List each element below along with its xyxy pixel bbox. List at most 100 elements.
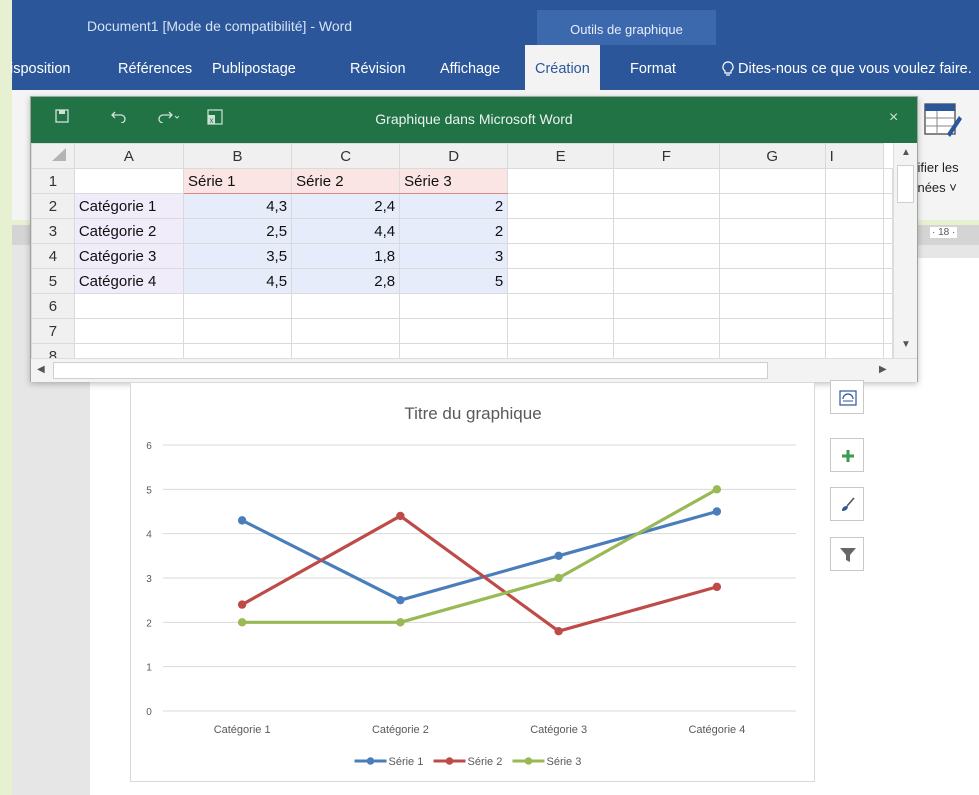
vertical-scroll-thumb[interactable] xyxy=(897,165,914,203)
cell[interactable] xyxy=(718,193,826,219)
row-header[interactable]: 2 xyxy=(31,193,75,219)
tab-format[interactable]: Format xyxy=(620,45,686,90)
line-chart[interactable]: Titre du graphique 0 1 2 3 4 5 6 Catégorie 1 Caté… xyxy=(130,382,815,782)
cell[interactable] xyxy=(824,243,885,269)
cell[interactable] xyxy=(507,343,615,358)
row-header[interactable]: 1 xyxy=(31,168,75,194)
cell[interactable] xyxy=(613,268,720,294)
cell[interactable]: 4,3 xyxy=(182,193,293,219)
cell[interactable]: Catégorie 2 xyxy=(73,218,185,244)
cell[interactable] xyxy=(883,293,893,319)
column-header-b[interactable]: B xyxy=(182,143,293,169)
cell[interactable] xyxy=(613,243,720,269)
cell[interactable] xyxy=(824,318,885,344)
scroll-left-icon[interactable]: ◀ xyxy=(37,364,45,375)
cell[interactable] xyxy=(824,218,885,244)
cell[interactable] xyxy=(824,343,885,358)
cell[interactable] xyxy=(507,243,615,269)
cell[interactable] xyxy=(507,193,615,219)
cell[interactable] xyxy=(883,218,893,244)
cell[interactable] xyxy=(73,293,185,319)
horizontal-scrollbar[interactable]: ◀ ▶ xyxy=(31,358,917,382)
cell[interactable] xyxy=(883,268,893,294)
tab-view[interactable]: Affichage xyxy=(430,45,510,90)
cell[interactable] xyxy=(718,293,826,319)
column-header-c[interactable]: C xyxy=(291,143,401,169)
row-header[interactable]: 3 xyxy=(31,218,75,244)
tab-references[interactable]: Références xyxy=(108,45,202,90)
cell[interactable]: 2 xyxy=(399,193,509,219)
tab-review[interactable]: Révision xyxy=(340,45,416,90)
row-header[interactable]: 7 xyxy=(31,318,75,344)
select-all-corner[interactable] xyxy=(31,143,75,169)
close-icon[interactable]: × xyxy=(889,109,898,127)
cell[interactable] xyxy=(883,318,893,344)
chart-filter-button[interactable] xyxy=(830,537,864,571)
row-header[interactable]: 8 xyxy=(31,343,75,358)
cell[interactable]: 2,5 xyxy=(182,218,293,244)
cell[interactable] xyxy=(182,318,293,344)
cell[interactable]: 2 xyxy=(399,218,509,244)
cell[interactable] xyxy=(291,343,401,358)
cell[interactable]: 4,5 xyxy=(182,268,293,294)
cell[interactable]: Catégorie 1 xyxy=(73,193,185,219)
cell[interactable]: Série 2 xyxy=(291,168,401,194)
cell[interactable] xyxy=(613,168,720,194)
cell[interactable]: Série 1 xyxy=(182,168,293,194)
cell[interactable] xyxy=(613,318,720,344)
chart-elements-button[interactable] xyxy=(830,438,864,472)
cell[interactable] xyxy=(73,168,185,194)
cell[interactable] xyxy=(507,293,615,319)
cell[interactable] xyxy=(182,293,293,319)
cell[interactable] xyxy=(718,318,826,344)
cell[interactable] xyxy=(291,318,401,344)
cell[interactable] xyxy=(399,343,509,358)
vertical-scrollbar[interactable]: ▲ ▼ xyxy=(893,143,917,358)
column-header-g[interactable]: G xyxy=(718,143,826,169)
cell[interactable]: 5 xyxy=(399,268,509,294)
column-header-f[interactable]: F xyxy=(613,143,720,169)
cell[interactable] xyxy=(718,218,826,244)
cell[interactable] xyxy=(399,293,509,319)
excel-data-window[interactable]: x Graphique dans Microsoft Word × A B C … xyxy=(30,96,918,382)
cell[interactable] xyxy=(73,318,185,344)
cell[interactable] xyxy=(883,343,893,358)
cell[interactable] xyxy=(824,268,885,294)
row-header[interactable]: 6 xyxy=(31,293,75,319)
row-header[interactable]: 5 xyxy=(31,268,75,294)
cell[interactable] xyxy=(73,343,185,358)
column-header-i[interactable]: I xyxy=(824,143,885,169)
cell[interactable] xyxy=(507,318,615,344)
chart-layout-button[interactable] xyxy=(830,380,864,414)
cell[interactable] xyxy=(613,343,720,358)
spreadsheet-grid[interactable]: A B C D E F G I 1 Série 1 Série 2 Série 32C… xyxy=(31,143,893,358)
cell[interactable] xyxy=(507,268,615,294)
cell[interactable] xyxy=(182,343,293,358)
horizontal-scroll-thumb[interactable] xyxy=(53,362,768,379)
cell[interactable]: 3 xyxy=(399,243,509,269)
cell[interactable] xyxy=(883,193,893,219)
cell[interactable]: Catégorie 3 xyxy=(73,243,185,269)
tab-layout[interactable]: isposition xyxy=(0,45,80,90)
row-header[interactable]: 4 xyxy=(31,243,75,269)
cell[interactable] xyxy=(883,243,893,269)
cell[interactable]: Série 3 xyxy=(399,168,509,194)
tell-me-search[interactable]: Dites-nous ce que vous voulez faire. xyxy=(716,45,972,90)
cell[interactable] xyxy=(291,293,401,319)
cell[interactable] xyxy=(824,193,885,219)
scroll-right-icon[interactable]: ▶ xyxy=(879,364,887,375)
column-header-e[interactable]: E xyxy=(507,143,615,169)
cell[interactable] xyxy=(718,168,826,194)
cell[interactable] xyxy=(824,293,885,319)
cell[interactable] xyxy=(718,343,826,358)
cell[interactable] xyxy=(507,168,615,194)
cell[interactable] xyxy=(883,168,893,194)
cell[interactable]: 2,8 xyxy=(291,268,401,294)
cell[interactable] xyxy=(718,268,826,294)
cell[interactable] xyxy=(399,318,509,344)
cell[interactable]: 4,4 xyxy=(291,218,401,244)
cell[interactable] xyxy=(613,218,720,244)
cell[interactable] xyxy=(718,243,826,269)
cell[interactable] xyxy=(824,168,885,194)
scroll-down-icon[interactable]: ▼ xyxy=(901,339,911,350)
